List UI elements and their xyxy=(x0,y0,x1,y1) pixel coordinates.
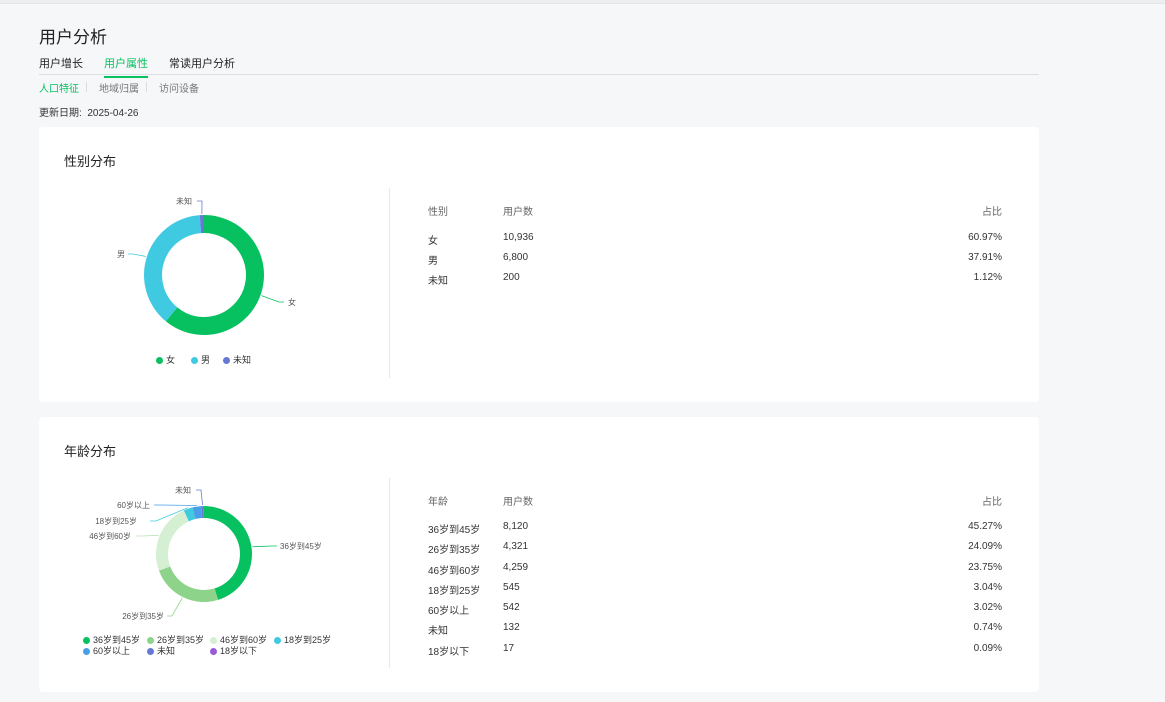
donut-slice[interactable] xyxy=(144,215,202,322)
table-row-pct: 23.75% xyxy=(968,562,1002,573)
gender-card: 性别分布 女男未知 女 男 未知 性别 用户数 占比 女 10,936 60.9… xyxy=(39,127,1039,402)
sub-tab-divider xyxy=(86,82,87,92)
table-row-name: 女 xyxy=(428,236,438,247)
table-row-name: 未知 xyxy=(428,626,448,637)
table-row-count: 8,120 xyxy=(503,521,529,532)
slice-label: 女 xyxy=(288,297,296,307)
table-row-count: 132 xyxy=(503,622,520,633)
gender-legend: 女 男 未知 xyxy=(156,353,356,365)
tab-user-attributes[interactable]: 用户属性 xyxy=(104,55,148,78)
table-row-name: 18岁到25岁 xyxy=(428,586,481,597)
label-line xyxy=(197,200,203,215)
header-user-count: 用户数 xyxy=(503,497,533,508)
donut-slice[interactable] xyxy=(158,566,219,602)
card-divider xyxy=(389,478,390,668)
legend-item-male[interactable]: 男 xyxy=(191,353,210,366)
table-row-name: 未知 xyxy=(428,276,448,287)
label-line xyxy=(261,295,284,303)
label-line xyxy=(167,597,183,617)
slice-label: 60岁以上 xyxy=(117,500,150,510)
subtab-demographics[interactable]: 人口特征 xyxy=(39,80,79,95)
donut-slice[interactable] xyxy=(156,510,189,571)
label-line xyxy=(136,534,159,537)
table-row-count: 545 xyxy=(503,582,520,593)
table-row-count: 10,936 xyxy=(503,232,534,243)
donut-slice[interactable] xyxy=(204,506,252,600)
slice-label: 36岁到45岁 xyxy=(280,541,322,551)
header-user-count: 用户数 xyxy=(503,207,533,218)
slice-label: 46岁到60岁 xyxy=(89,531,131,541)
label-line xyxy=(154,504,197,506)
table-row-pct: 45.27% xyxy=(968,521,1002,532)
table-row-pct: 0.09% xyxy=(973,643,1002,654)
table-row-name: 男 xyxy=(428,256,438,267)
slice-label: 26岁到35岁 xyxy=(122,611,164,621)
table-row-count: 4,259 xyxy=(503,562,529,573)
gender-table: 性别 用户数 占比 女 10,936 60.97% 男 6,800 37.91%… xyxy=(428,203,1002,287)
table-row-pct: 60.97% xyxy=(968,232,1002,243)
table-row-count: 17 xyxy=(503,643,515,654)
table-row-pct: 24.09% xyxy=(968,541,1002,552)
update-value: 2025-04-26 xyxy=(87,108,139,119)
slice-label: 未知 xyxy=(176,196,192,206)
header-ratio: 占比 xyxy=(982,497,1002,508)
legend-item-female[interactable]: 女 xyxy=(156,353,175,366)
age-card: 年龄分布 36岁到45岁 26岁到35岁 46岁到60岁 18岁到25岁 60岁以上 未知… xyxy=(39,417,1039,692)
subtab-region[interactable]: 地域归属 xyxy=(99,80,139,95)
subtab-device[interactable]: 访问设备 xyxy=(159,80,199,95)
table-row-pct: 0.74% xyxy=(973,622,1002,633)
main-tabs: 用户增长 用户属性 常读用户分析 xyxy=(39,55,1039,78)
header-age: 年龄 xyxy=(428,497,448,508)
table-row-pct: 3.04% xyxy=(973,582,1002,593)
legend-item-18-25[interactable]: 18岁到25岁 xyxy=(274,633,331,646)
table-row-count: 542 xyxy=(503,602,520,613)
table-row-pct: 1.12% xyxy=(973,272,1002,283)
table-row-pct: 3.02% xyxy=(973,602,1002,613)
legend-item-under-18[interactable]: 18岁以下 xyxy=(210,644,257,657)
table-row-count: 200 xyxy=(503,272,520,283)
sub-tab-divider xyxy=(146,82,147,92)
age-table: 年龄 用户数 占比 36岁到45岁 8,120 45.27% 26岁到35岁 4… xyxy=(428,493,1002,659)
table-row-count: 6,800 xyxy=(503,252,529,263)
legend-item-unknown[interactable]: 未知 xyxy=(223,353,251,366)
table-row-count: 4,321 xyxy=(503,541,529,552)
page-title: 用户分析 xyxy=(39,28,107,47)
slice-label: 男 xyxy=(117,250,125,259)
update-label: 更新日期: xyxy=(39,108,82,119)
card-divider xyxy=(389,188,390,378)
legend-item-60-plus[interactable]: 60岁以上 xyxy=(83,644,130,657)
age-legend: 36岁到45岁 26岁到35岁 46岁到60岁 18岁到25岁 60岁以上 未知… xyxy=(83,633,383,657)
table-row-name: 46岁到60岁 xyxy=(428,566,481,577)
update-date: 更新日期: 2025-04-26 xyxy=(39,104,139,119)
table-row-pct: 37.91% xyxy=(968,252,1002,263)
slice-label: 未知 xyxy=(175,485,191,495)
tab-user-growth[interactable]: 用户增长 xyxy=(39,55,83,76)
table-row-name: 36岁到45岁 xyxy=(428,525,481,536)
table-row-name: 26岁到35岁 xyxy=(428,545,481,556)
header-ratio: 占比 xyxy=(982,207,1002,218)
table-row-name: 60岁以上 xyxy=(428,606,470,617)
slice-label: 18岁到25岁 xyxy=(95,516,137,526)
table-row-name: 18岁以下 xyxy=(428,647,470,658)
legend-item-unknown[interactable]: 未知 xyxy=(147,644,175,657)
label-line xyxy=(196,489,203,506)
label-line xyxy=(252,545,277,548)
label-line xyxy=(128,253,146,257)
top-border xyxy=(0,0,1165,4)
header-gender: 性别 xyxy=(428,207,448,218)
tab-frequent-readers[interactable]: 常读用户分析 xyxy=(169,55,235,76)
